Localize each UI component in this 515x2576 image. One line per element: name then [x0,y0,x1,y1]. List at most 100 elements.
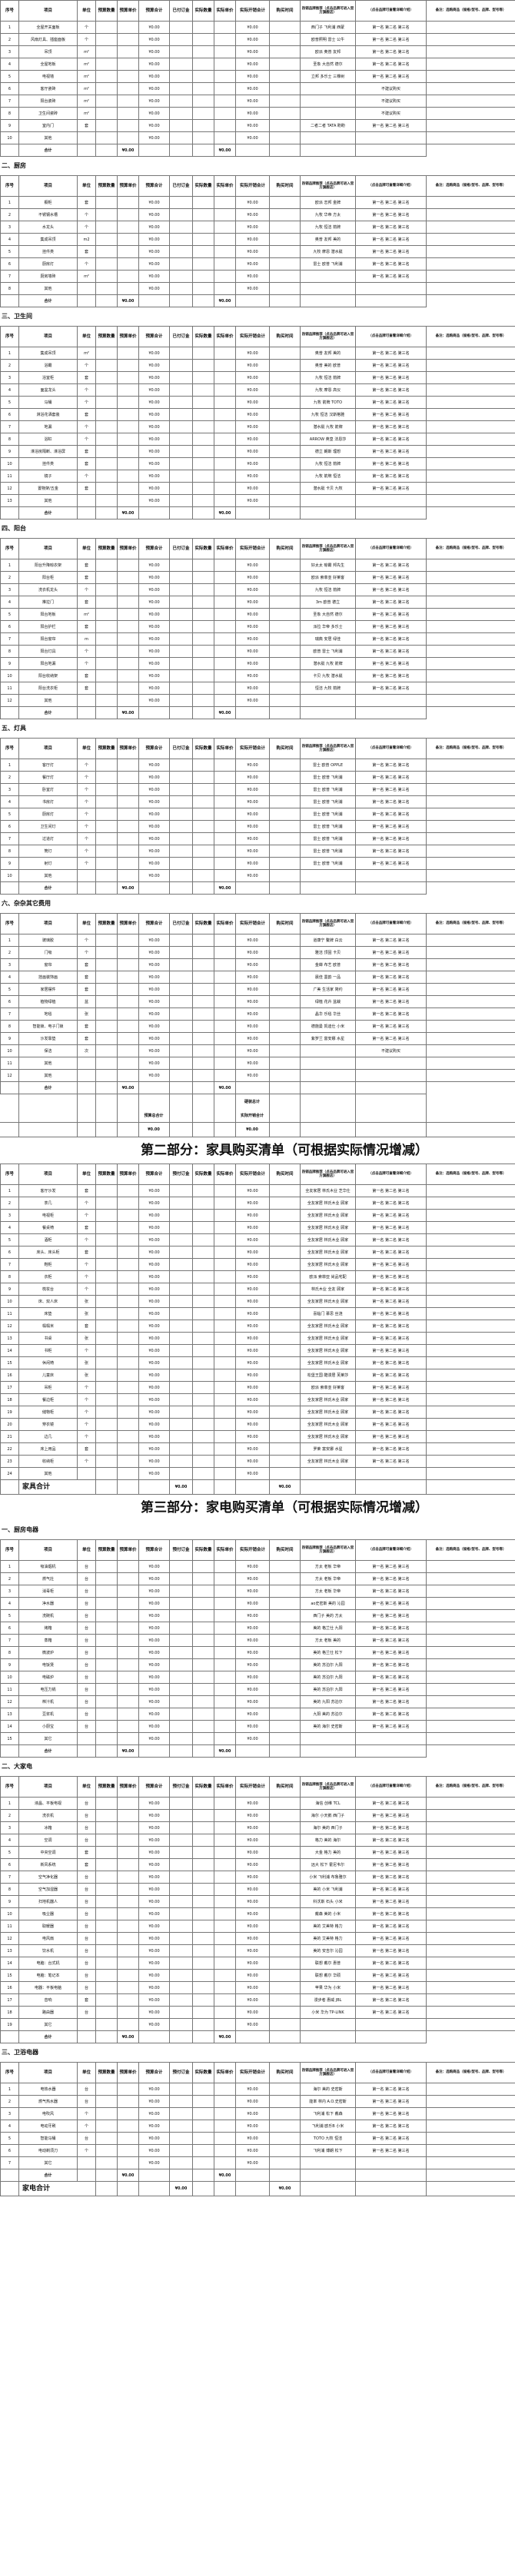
rank-links[interactable]: 第一名 第二名 第三名 [355,1406,427,1419]
deposit-cell[interactable] [169,2018,193,2031]
actual-price-cell[interactable] [214,1418,236,1431]
budget-qty-cell[interactable] [95,1858,118,1871]
purchase-date-cell[interactable] [269,1871,301,1884]
actual-price-cell[interactable] [214,1393,236,1406]
deposit-cell[interactable] [169,2006,193,2019]
deposit-cell[interactable] [169,482,193,495]
actual-qty-cell[interactable] [192,408,214,421]
rank-links[interactable]: 第一名 第二名 第三名 [355,257,427,271]
actual-price-cell[interactable] [214,1057,236,1070]
purchase-date-cell[interactable] [269,1209,301,1222]
purchase-date-cell[interactable] [269,645,301,658]
note-cell[interactable] [426,1221,515,1234]
note-cell[interactable] [426,1393,515,1406]
actual-price-cell[interactable] [214,1233,236,1247]
budget-price-cell[interactable] [117,1184,139,1197]
rank-links[interactable] [355,2018,427,2031]
deposit-cell[interactable] [169,995,193,1008]
brand-links[interactable]: 全友家居 林氏木业 顾家 [300,1258,356,1271]
budget-price-cell[interactable] [117,1585,139,1598]
rank-links[interactable]: 第一名 第二名 第三名 [355,1683,427,1696]
budget-price-cell[interactable] [117,934,139,947]
budget-qty-cell[interactable] [95,694,118,707]
budget-qty-cell[interactable] [95,1233,118,1247]
actual-qty-cell[interactable] [192,583,214,596]
actual-qty-cell[interactable] [192,1221,214,1234]
actual-qty-cell[interactable] [192,1332,214,1345]
purchase-date-cell[interactable] [269,1622,301,1635]
budget-qty-cell[interactable] [95,1708,118,1721]
note-cell[interactable] [426,808,515,821]
note-cell[interactable] [426,58,515,71]
rank-links[interactable]: 第一名 第二名 第三名 [355,983,427,996]
rank-links[interactable]: 第一名 第二名 第三名 [355,1332,427,1345]
actual-qty-cell[interactable] [192,1720,214,1733]
deposit-cell[interactable] [169,457,193,470]
note-cell[interactable] [426,1920,515,1933]
note-cell[interactable] [426,682,515,695]
actual-qty-cell[interactable] [192,620,214,633]
budget-qty-cell[interactable] [95,1634,118,1647]
actual-price-cell[interactable] [214,408,236,421]
budget-qty-cell[interactable] [95,934,118,947]
budget-price-cell[interactable] [117,359,139,372]
actual-qty-cell[interactable] [192,783,214,796]
purchase-date-cell[interactable] [269,1233,301,1247]
purchase-date-cell[interactable] [269,559,301,572]
budget-price-cell[interactable] [117,1609,139,1622]
deposit-cell[interactable] [169,245,193,258]
note-cell[interactable] [426,1184,515,1197]
actual-qty-cell[interactable] [192,1883,214,1896]
purchase-date-cell[interactable] [269,2006,301,2019]
actual-price-cell[interactable] [214,21,236,34]
brand-links[interactable]: TOTO 九牧 恒洁 [300,2132,356,2145]
budget-price-cell[interactable] [117,869,139,882]
actual-price-cell[interactable] [214,2107,236,2120]
budget-price-cell[interactable] [117,257,139,271]
brand-links[interactable]: 全友家居 林氏木业 顾家 [300,1233,356,1247]
purchase-date-cell[interactable] [269,934,301,947]
brand-links[interactable]: 德立 朗斯 理想 [300,445,356,458]
actual-qty-cell[interactable] [192,971,214,984]
note-cell[interactable] [426,420,515,433]
actual-qty-cell[interactable] [192,1585,214,1598]
deposit-cell[interactable] [169,2083,193,2096]
actual-price-cell[interactable] [214,1209,236,1222]
note-cell[interactable] [426,1834,515,1847]
actual-price-cell[interactable] [214,470,236,483]
rank-links[interactable]: 第一名 第二名 第三名 [355,1381,427,1394]
actual-price-cell[interactable] [214,257,236,271]
budget-qty-cell[interactable] [95,1057,118,1070]
purchase-date-cell[interactable] [269,1184,301,1197]
deposit-cell[interactable] [169,1634,193,1647]
budget-price-cell[interactable] [117,95,139,108]
deposit-cell[interactable] [169,934,193,947]
note-cell[interactable] [426,470,515,483]
rank-links[interactable]: 第一名 第二名 第三名 [355,1671,427,1684]
budget-qty-cell[interactable] [95,783,118,796]
purchase-date-cell[interactable] [269,1846,301,1859]
actual-price-cell[interactable] [214,845,236,858]
actual-price-cell[interactable] [214,420,236,433]
deposit-cell[interactable] [169,1430,193,1443]
rank-links[interactable]: 第一名 第二名 第三名 [355,1270,427,1283]
deposit-cell[interactable] [169,608,193,621]
budget-qty-cell[interactable] [95,1932,118,1945]
note-cell[interactable] [426,1442,515,1456]
budget-qty-cell[interactable] [95,946,118,959]
brand-links[interactable]: 雷士 欧普 飞利浦 [300,832,356,845]
rank-links[interactable]: 第一名 第二名 第三名 [355,1834,427,1847]
brand-links[interactable]: 喜临门 慕思 丝涟 [300,1307,356,1320]
actual-qty-cell[interactable] [192,571,214,584]
note-cell[interactable] [426,1821,515,1834]
actual-price-cell[interactable] [214,2083,236,2096]
budget-price-cell[interactable] [117,1646,139,1659]
purchase-date-cell[interactable] [269,2132,301,2145]
actual-qty-cell[interactable] [192,1430,214,1443]
actual-price-cell[interactable] [214,1381,236,1394]
brand-links[interactable]: 苹果 华为 小米 [300,1981,356,1994]
actual-qty-cell[interactable] [192,1295,214,1308]
budget-price-cell[interactable] [117,1797,139,1810]
brand-links[interactable] [300,131,356,144]
actual-price-cell[interactable] [214,1344,236,1357]
